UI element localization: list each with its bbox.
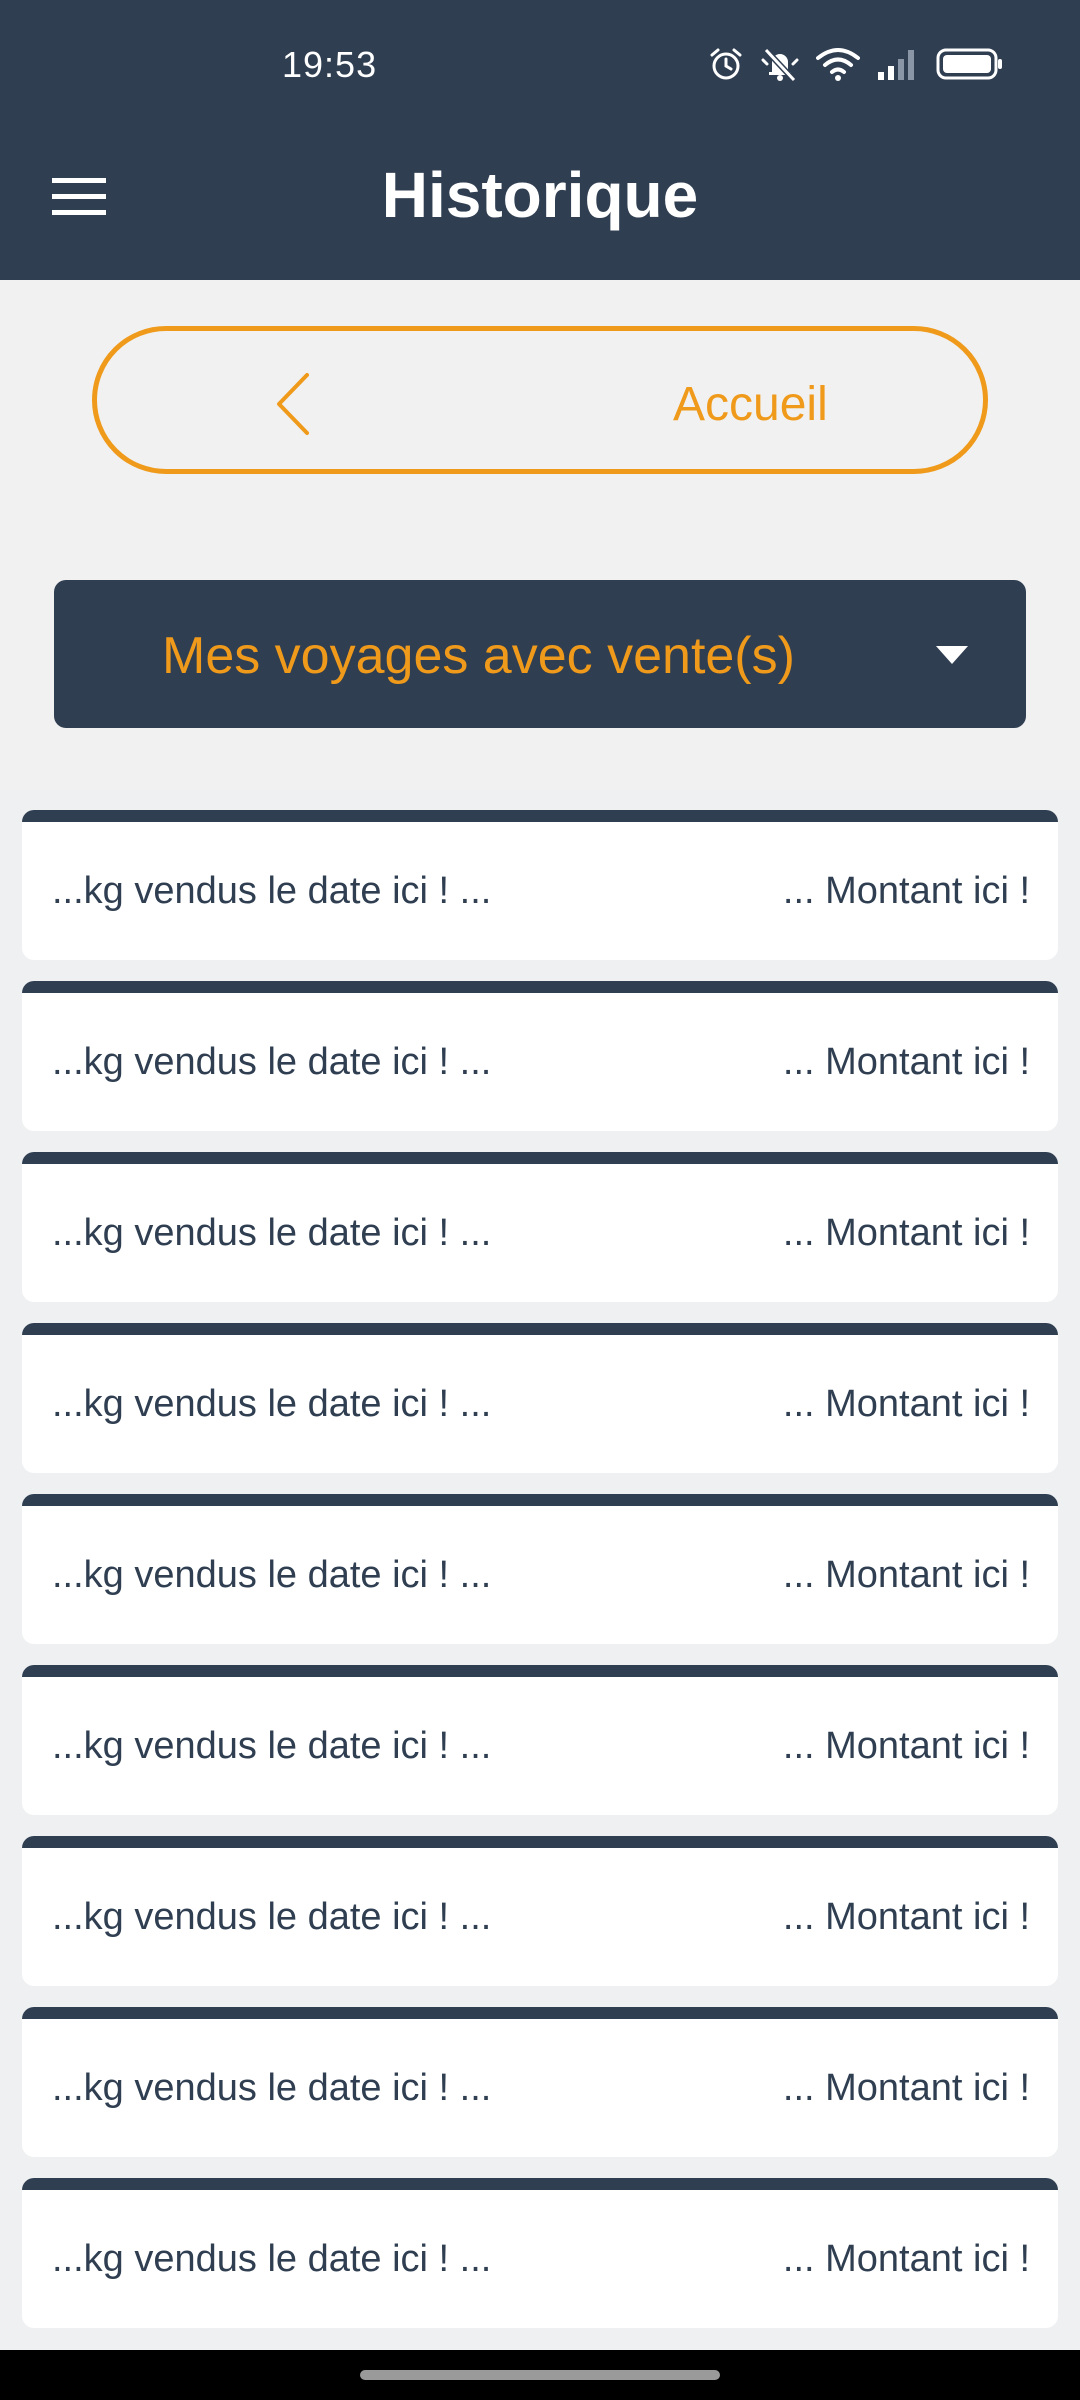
card-top-bar	[22, 810, 1058, 822]
history-item[interactable]: ...kg vendus le date ici ! ... ... Montan…	[22, 2178, 1058, 2328]
history-item-amount: ... Montant ici !	[782, 2067, 1030, 2109]
history-item-description: ...kg vendus le date ici ! ...	[52, 1896, 492, 1938]
card-top-bar	[22, 2007, 1058, 2019]
trip-filter-dropdown[interactable]: Mes voyages avec vente(s)	[54, 580, 1026, 728]
history-item-description: ...kg vendus le date ici ! ...	[52, 870, 492, 912]
history-item-amount: ... Montant ici !	[782, 1896, 1030, 1938]
alarm-icon	[708, 46, 744, 82]
history-item-amount: ... Montant ici !	[782, 1383, 1030, 1425]
card-top-bar	[22, 1494, 1058, 1506]
history-item[interactable]: ...kg vendus le date ici ! ... ... Montan…	[22, 810, 1058, 960]
history-item-amount: ... Montant ici !	[782, 1212, 1030, 1254]
caret-down-icon	[936, 646, 968, 669]
history-item-description: ...kg vendus le date ici ! ...	[52, 1383, 492, 1425]
dropdown-selected-value: Mes voyages avec vente(s)	[162, 627, 795, 685]
history-item-amount: ... Montant ici !	[782, 870, 1030, 912]
home-button-label: Accueil	[673, 378, 828, 431]
card-top-bar	[22, 1836, 1058, 1848]
signal-icon	[876, 46, 920, 82]
history-item-description: ...kg vendus le date ici ! ...	[52, 2238, 492, 2280]
history-item[interactable]: ...kg vendus le date ici ! ... ... Montan…	[22, 1665, 1058, 1815]
history-item[interactable]: ...kg vendus le date ici ! ... ... Montan…	[22, 2007, 1058, 2157]
app-header: 19:53 Historique	[0, 0, 1080, 280]
card-top-bar	[22, 1323, 1058, 1335]
history-item-description: ...kg vendus le date ici ! ...	[52, 1212, 492, 1254]
mute-icon	[760, 46, 800, 82]
card-top-bar	[22, 1152, 1058, 1164]
battery-icon	[936, 46, 1004, 82]
history-item-description: ...kg vendus le date ici ! ...	[52, 1725, 492, 1767]
home-gesture-handle[interactable]	[360, 2370, 720, 2380]
card-top-bar	[22, 981, 1058, 993]
card-top-bar	[22, 1665, 1058, 1677]
history-item-amount: ... Montant ici !	[782, 1041, 1030, 1083]
status-time: 19:53	[282, 44, 378, 85]
status-icons	[708, 46, 1004, 82]
history-item[interactable]: ...kg vendus le date ici ! ... ... Montan…	[22, 1152, 1058, 1302]
history-item[interactable]: ...kg vendus le date ici ! ... ... Montan…	[22, 1836, 1058, 1986]
history-item[interactable]: ...kg vendus le date ici ! ... ... Montan…	[22, 981, 1058, 1131]
history-item-amount: ... Montant ici !	[782, 2238, 1030, 2280]
history-item-amount: ... Montant ici !	[782, 1554, 1030, 1596]
history-item-description: ...kg vendus le date ici ! ...	[52, 1554, 492, 1596]
history-item[interactable]: ...kg vendus le date ici ! ... ... Montan…	[22, 1323, 1058, 1473]
system-nav-bar	[0, 2350, 1080, 2400]
wifi-icon	[816, 46, 860, 82]
history-item[interactable]: ...kg vendus le date ici ! ... ... Montan…	[22, 1494, 1058, 1644]
history-item-description: ...kg vendus le date ici ! ...	[52, 1041, 492, 1083]
card-top-bar	[22, 2178, 1058, 2190]
history-item-description: ...kg vendus le date ici ! ...	[52, 2067, 492, 2109]
page-title: Historique	[381, 159, 699, 231]
home-button[interactable]: Accueil	[92, 326, 988, 474]
chevron-left-icon	[273, 371, 313, 442]
history-item-amount: ... Montant ici !	[782, 1725, 1030, 1767]
